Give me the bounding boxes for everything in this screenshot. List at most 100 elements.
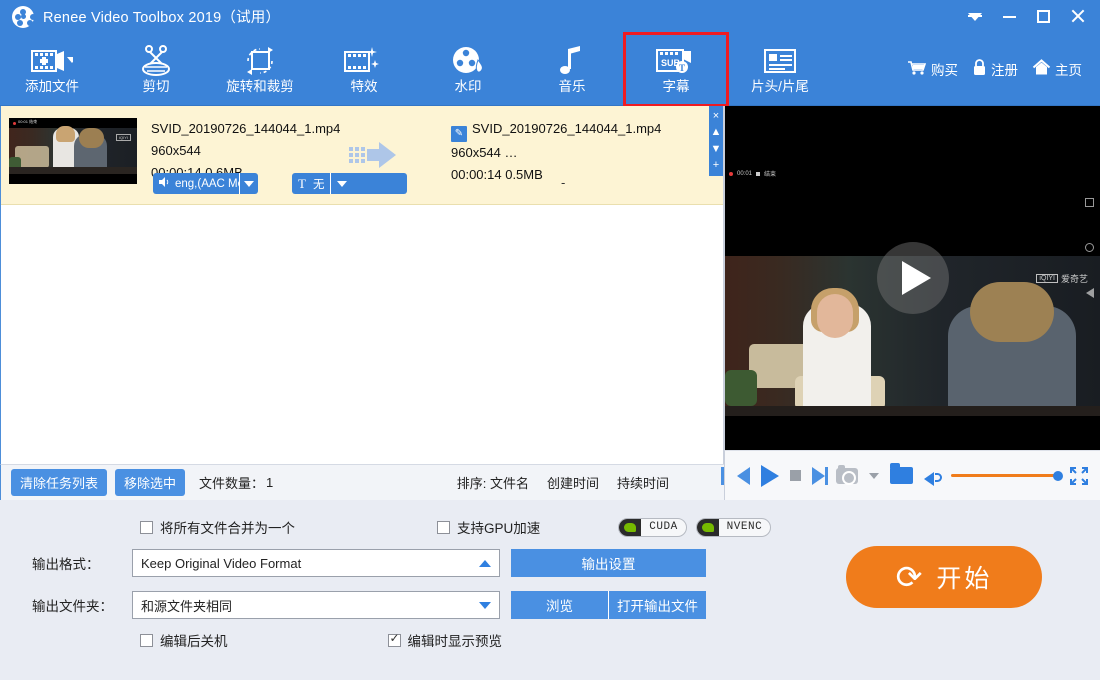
collapse-ribbon-button[interactable] [958, 2, 992, 32]
toolbar-item-label: 添加文件 [25, 78, 79, 94]
shutdown-after-checkbox[interactable]: 编辑后关机 [140, 630, 228, 650]
fullscreen-icon[interactable] [1070, 466, 1088, 485]
merge-files-label: 将所有文件合并为一个 [160, 521, 295, 536]
home-link[interactable]: 主页 [1032, 59, 1082, 79]
caret-down-icon[interactable] [869, 472, 879, 479]
toolbar-item-cut[interactable]: 剪切 [104, 33, 208, 106]
main-body: iQIYI 00:01 结束 SVID_20190726_144044_1.mp… [0, 106, 1100, 500]
register-link[interactable]: 注册 [972, 59, 1018, 79]
nvenc-badge-label: NVENC [726, 521, 763, 533]
remove-selected-button[interactable]: 移除选中 [115, 469, 186, 496]
recording-time: 00:01 [737, 170, 753, 177]
stop-icon[interactable] [790, 470, 801, 481]
output-format-select[interactable]: Keep Original Video Format [132, 549, 500, 577]
sort-by-created-time[interactable]: 创建时间 [547, 473, 599, 492]
application-window: Renee Video Toolbox 2019（试用） 添加文件 剪切 旋转和… [0, 0, 1100, 680]
pencil-icon[interactable]: ✎ [451, 126, 467, 142]
video-preview[interactable]: iQIYI 爱奇艺 00:01 结束 [724, 106, 1100, 450]
subtitle-t-icon: T [298, 175, 306, 191]
cuda-badge: CUDA [618, 517, 687, 537]
toolbar-item-subtitle[interactable]: SUB T 字幕 [623, 31, 729, 107]
subtitle-track-caret[interactable] [331, 180, 353, 187]
toolbar-item-add-file[interactable]: 添加文件 [0, 33, 104, 106]
sort-by-duration[interactable]: 持续时间 [617, 473, 669, 492]
toolbar-item-intro-outro[interactable]: 片头/片尾 [728, 33, 832, 106]
maximize-button[interactable] [1026, 2, 1060, 32]
task-row[interactable]: iQIYI 00:01 结束 SVID_20190726_144044_1.mp… [1, 106, 723, 205]
browse-button[interactable]: 浏览 [511, 591, 608, 619]
toolbar-right-links: 购买 注册 主页 [907, 59, 1100, 79]
main-toolbar: 添加文件 剪切 旋转和裁剪 特效 水印 音乐 SUB T 字幕 片头/片尾 购买… [0, 31, 1100, 107]
remove-task-button[interactable]: × [713, 110, 719, 122]
effects-icon [344, 44, 384, 78]
show-preview-checkbox[interactable]: 编辑时显示预览 [387, 630, 502, 650]
add-task-button[interactable]: + [713, 160, 719, 171]
skip-previous-icon[interactable] [721, 466, 750, 485]
nvenc-badge: NVENC [695, 517, 772, 537]
toolbar-item-music[interactable]: 音乐 [520, 33, 624, 106]
output-filename: SVID_20190726_144044_1.mp4 [472, 121, 662, 136]
clear-task-list-button[interactable]: 清除任务列表 [11, 469, 108, 496]
audio-track-select[interactable]: eng,(AAC Mon [153, 173, 258, 194]
volume-slider[interactable] [951, 470, 1063, 481]
buy-label: 购买 [931, 63, 958, 78]
footer-options-row: 将所有文件合并为一个 支持GPU加速 CUDA NVENC [0, 512, 1100, 542]
play-icon[interactable] [761, 464, 779, 487]
gpu-accel-label: 支持GPU加速 [457, 521, 541, 536]
merge-files-checkbox[interactable]: 将所有文件合并为一个 [140, 517, 295, 537]
home-label: 主页 [1055, 63, 1082, 78]
open-output-button[interactable]: 打开输出文件 [609, 591, 706, 619]
nvidia-icon [619, 518, 642, 536]
output-duration-size: 00:00:14 0.5MB [451, 167, 543, 182]
skip-next-icon[interactable] [812, 466, 828, 485]
minimize-button[interactable] [992, 2, 1026, 32]
caret-up-icon [479, 559, 491, 567]
square-icon [1085, 198, 1094, 207]
subtitle-track-select[interactable]: T 无 [292, 173, 407, 194]
checkbox-icon [140, 633, 153, 647]
start-button-label: 开始 [936, 565, 993, 593]
buy-link[interactable]: 购买 [907, 59, 958, 79]
app-title: Renee Video Toolbox 2019（试用） [43, 10, 281, 26]
folder-icon[interactable] [890, 463, 913, 484]
task-list: iQIYI 00:01 结束 SVID_20190726_144044_1.mp… [0, 106, 724, 464]
output-folder-select[interactable]: 和源文件夹相同 [132, 591, 500, 619]
start-button[interactable]: ⟳ 开始 [846, 546, 1042, 608]
camera-icon[interactable] [836, 464, 858, 485]
audio-track-caret[interactable] [240, 180, 258, 187]
checkbox-icon [140, 520, 153, 534]
move-up-button[interactable]: ▲ [711, 127, 722, 138]
file-count-label: 文件数量： [199, 476, 265, 491]
maximize-icon [1036, 10, 1050, 23]
thumbnail-scene: iQIYI [9, 126, 137, 174]
output-folder-label: 输出文件夹： [32, 599, 113, 614]
toolbar-item-rotate-crop[interactable]: 旋转和裁剪 [208, 33, 312, 106]
folder-buttons: 浏览 打开输出文件 [511, 591, 706, 619]
shutdown-after-label: 编辑后关机 [160, 634, 228, 649]
effect-value: - [561, 175, 566, 190]
speaker-icon[interactable] [924, 469, 942, 486]
task-list-toolbar: 清除任务列表 移除选中 文件数量： 1 排序: 文件名 创建时间 持续时间 [0, 464, 724, 500]
lock-icon [972, 59, 987, 79]
gpu-accel-checkbox[interactable]: 支持GPU加速 [437, 517, 540, 537]
volume-knob[interactable] [1053, 470, 1063, 481]
close-button[interactable] [1060, 2, 1094, 32]
stop-square-icon [756, 171, 761, 176]
footer-panel: 将所有文件合并为一个 支持GPU加速 CUDA NVENC 输出格式： Keep… [0, 500, 1100, 680]
cuda-badge-label: CUDA [649, 521, 678, 533]
output-settings-button[interactable]: 输出设置 [511, 549, 706, 577]
caret-down-icon [479, 601, 491, 609]
window-controls [958, 2, 1094, 32]
recording-indicator: 00:01 结束 [729, 169, 776, 178]
play-overlay-button[interactable] [876, 242, 949, 314]
scissors-icon [138, 44, 174, 78]
circle-icon [1085, 243, 1094, 252]
toolbar-item-label: 特效 [350, 78, 378, 94]
iqiyi-watermark: iQIYI 爱奇艺 [1036, 272, 1088, 285]
toolbar-item-label: 字幕 [662, 78, 690, 94]
toolbar-item-effects[interactable]: 特效 [312, 33, 416, 106]
toolbar-item-watermark[interactable]: 水印 [416, 33, 520, 106]
left-pane: iQIYI 00:01 结束 SVID_20190726_144044_1.mp… [0, 106, 724, 500]
source-filename: SVID_20190726_144044_1.mp4 [151, 121, 341, 136]
move-down-button[interactable]: ▼ [711, 143, 722, 155]
